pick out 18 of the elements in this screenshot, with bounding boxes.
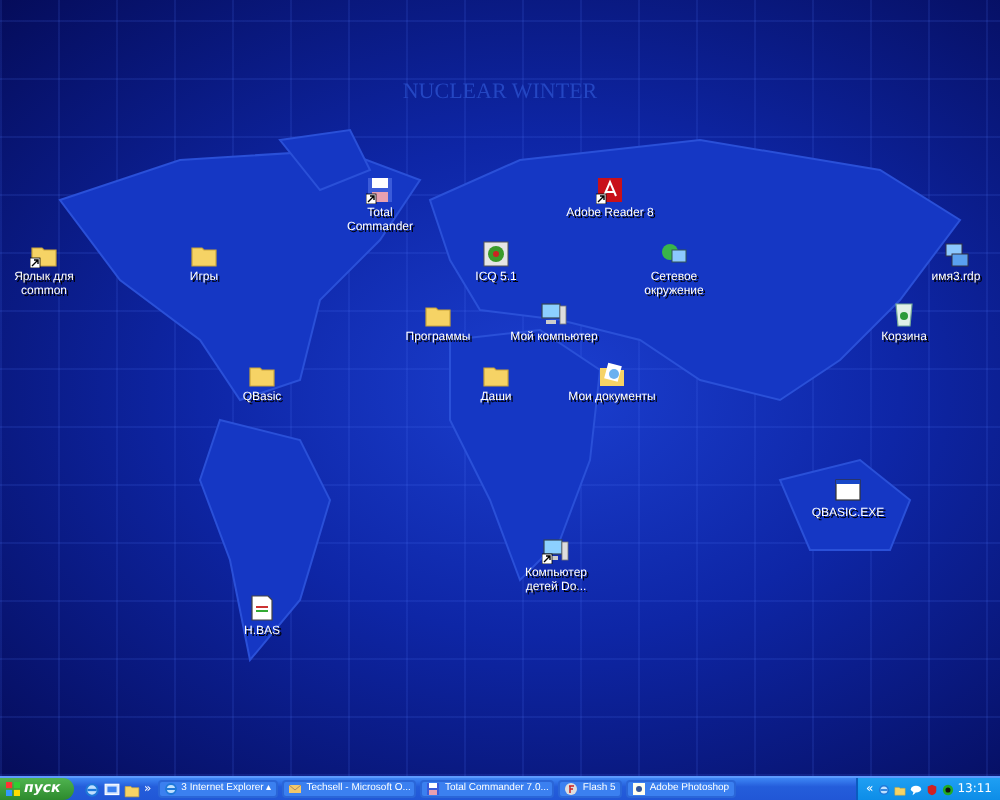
folder-icon[interactable]: [124, 781, 140, 797]
recycle-bin-icon[interactable]: [890, 300, 918, 328]
browser-icon: [163, 782, 178, 796]
chat-balloon-icon[interactable]: [909, 783, 922, 795]
shortcut-computer-icon[interactable]: [542, 536, 570, 564]
computer-icon[interactable]: [942, 240, 970, 268]
computer-icon[interactable]: [540, 300, 568, 328]
flash-icon: [564, 782, 579, 796]
browser-icon[interactable]: [877, 783, 890, 795]
file-icon[interactable]: [248, 594, 276, 622]
documents-icon[interactable]: [598, 360, 626, 388]
shortcut-document-icon[interactable]: [596, 176, 624, 204]
browser-icon[interactable]: [84, 781, 100, 797]
start-logo-icon: [6, 782, 20, 796]
network-icon[interactable]: [660, 240, 688, 268]
envelope-icon: [288, 782, 303, 796]
desktop-icon[interactable]: [104, 781, 120, 797]
window-icon[interactable]: [834, 476, 862, 504]
